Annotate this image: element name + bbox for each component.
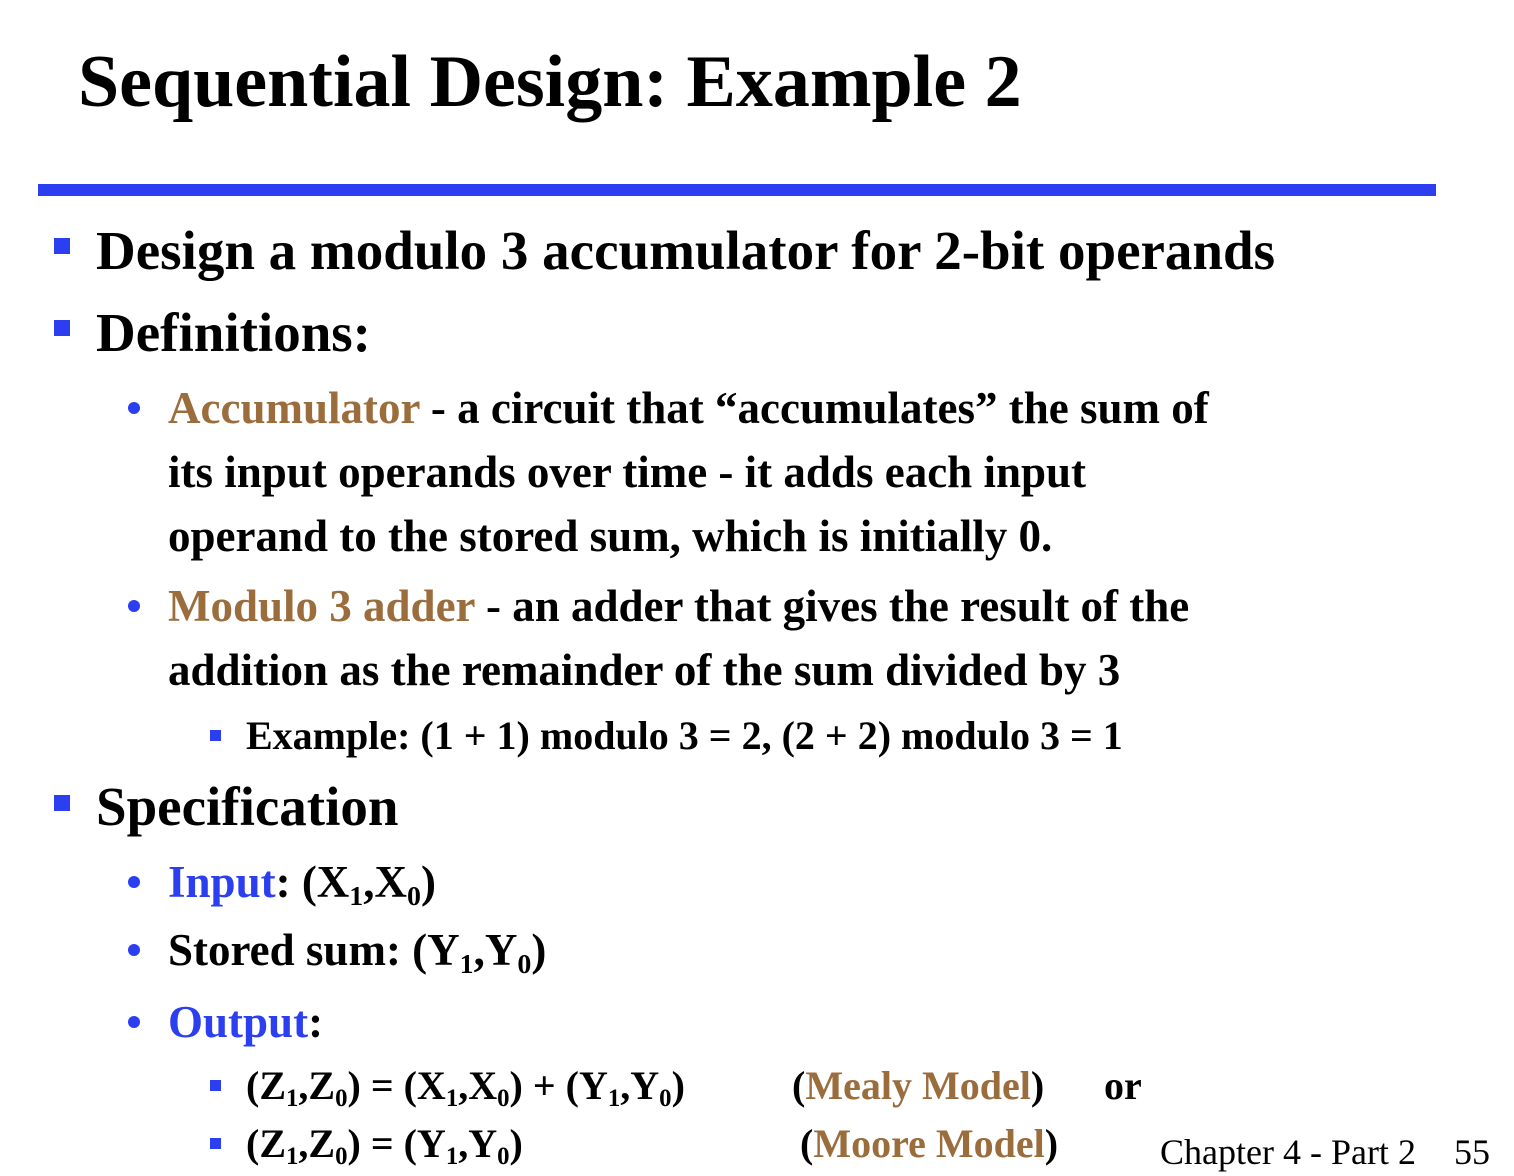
mealy-model-term: Mealy Model [805,1063,1031,1108]
modulo-adder-line-2: addition as the remainder of the sum div… [168,645,1121,695]
mealy-equation: (Z1,Z0) = (X1,X0) + (Y1,Y0) [246,1063,685,1112]
modulo-adder-description: - an adder that gives the result of the [474,581,1190,631]
square-bullet-icon [210,1080,221,1091]
accumulator-line-2: its input operands over time - it adds e… [168,447,1087,497]
definition-accumulator: Accumulator - a circuit that “accumulate… [168,380,1209,436]
modulo-adder-term: Modulo 3 adder [168,581,475,631]
square-bullet-icon [54,795,70,811]
moore-model-label: (Moore Model) [800,1121,1059,1166]
round-bullet-icon [128,600,140,612]
spec-input: Input: (X1,X0) [168,857,436,912]
page-number: 55 [1453,1132,1490,1172]
square-bullet-icon [54,238,70,254]
square-bullet-icon [210,1138,221,1149]
accumulator-description: - a circuit that “accumulates” the sum o… [419,383,1209,433]
slide-footer: Chapter 4 - Part 2 55 [1160,1130,1490,1174]
moore-equation: (Z1,Z0) = (Y1,Y0) [246,1121,523,1170]
mealy-model-label: (Mealy Model) [792,1063,1045,1108]
round-bullet-icon [128,402,140,414]
definition-modulo-adder: Modulo 3 adder - an adder that gives the… [168,578,1189,634]
spec-output: Output: [168,997,324,1047]
square-bullet-icon [210,730,221,741]
bullet-definitions: Definitions: [96,302,371,363]
bullet-design: Design a modulo 3 accumulator for 2-bit … [96,220,1275,281]
square-bullet-icon [54,320,70,336]
or-word: or [1104,1063,1142,1108]
stored-sum-label: Stored sum: (Y [168,925,460,975]
spec-stored-sum: Stored sum: (Y1,Y0) [168,925,547,980]
bullet-specification: Specification [96,776,399,837]
round-bullet-icon [128,876,140,888]
accumulator-line-3: operand to the stored sum, which is init… [168,511,1053,561]
input-term: Input [168,857,276,907]
round-bullet-icon [128,1016,140,1028]
accumulator-term: Accumulator [168,383,420,433]
chapter-label: Chapter 4 - Part 2 [1160,1132,1416,1172]
moore-model-term: Moore Model [813,1121,1045,1166]
slide-title: Sequential Design: Example 2 [78,41,1022,123]
round-bullet-icon [128,944,140,956]
title-divider [38,184,1436,196]
example-text: Example: (1 + 1) modulo 3 = 2, (2 + 2) m… [246,713,1123,758]
output-term: Output [168,997,309,1047]
